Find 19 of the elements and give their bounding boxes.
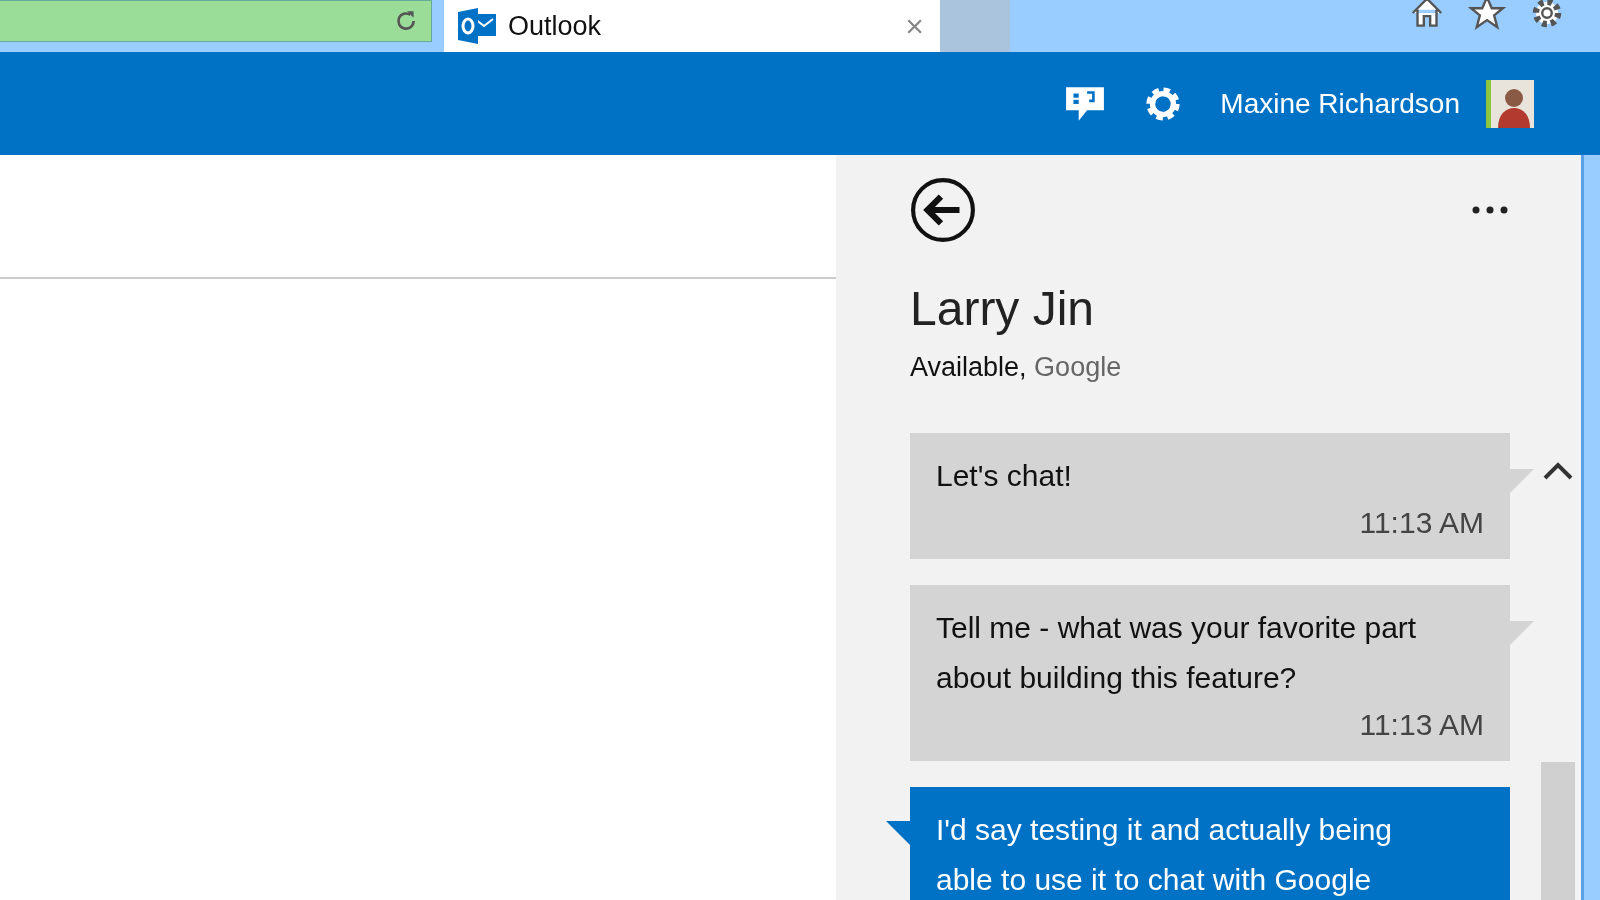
message-text: Tell me - what was your favorite part about building this feature? bbox=[936, 610, 1418, 696]
message-text: Let's chat! bbox=[936, 458, 1073, 494]
tab-title: Outlook bbox=[508, 10, 603, 42]
message-time: 11:13 AM bbox=[1358, 707, 1484, 743]
user-avatar[interactable] bbox=[1486, 79, 1534, 128]
user-name[interactable]: Maxine Richardson bbox=[1220, 87, 1460, 120]
message-time: 11:13 AM bbox=[1358, 505, 1484, 541]
contact-name: Larry Jin bbox=[910, 281, 1096, 336]
presence-status: Available, bbox=[910, 352, 1027, 382]
browser-tab[interactable]: Outlook × bbox=[444, 0, 940, 52]
star-icon[interactable] bbox=[1468, 0, 1506, 32]
more-options-icon[interactable] bbox=[1472, 206, 1508, 214]
scroll-up-icon[interactable] bbox=[1543, 460, 1573, 480]
scrollbar-thumb[interactable] bbox=[1541, 762, 1575, 900]
message-text: I'd say testing it and actually being able to use it to chat with Google bbox=[936, 812, 1393, 898]
back-icon[interactable] bbox=[910, 177, 976, 243]
tab-close-button[interactable]: × bbox=[905, 7, 924, 45]
outlook-logo-icon bbox=[458, 8, 498, 44]
chat-service: Google bbox=[1034, 352, 1122, 382]
